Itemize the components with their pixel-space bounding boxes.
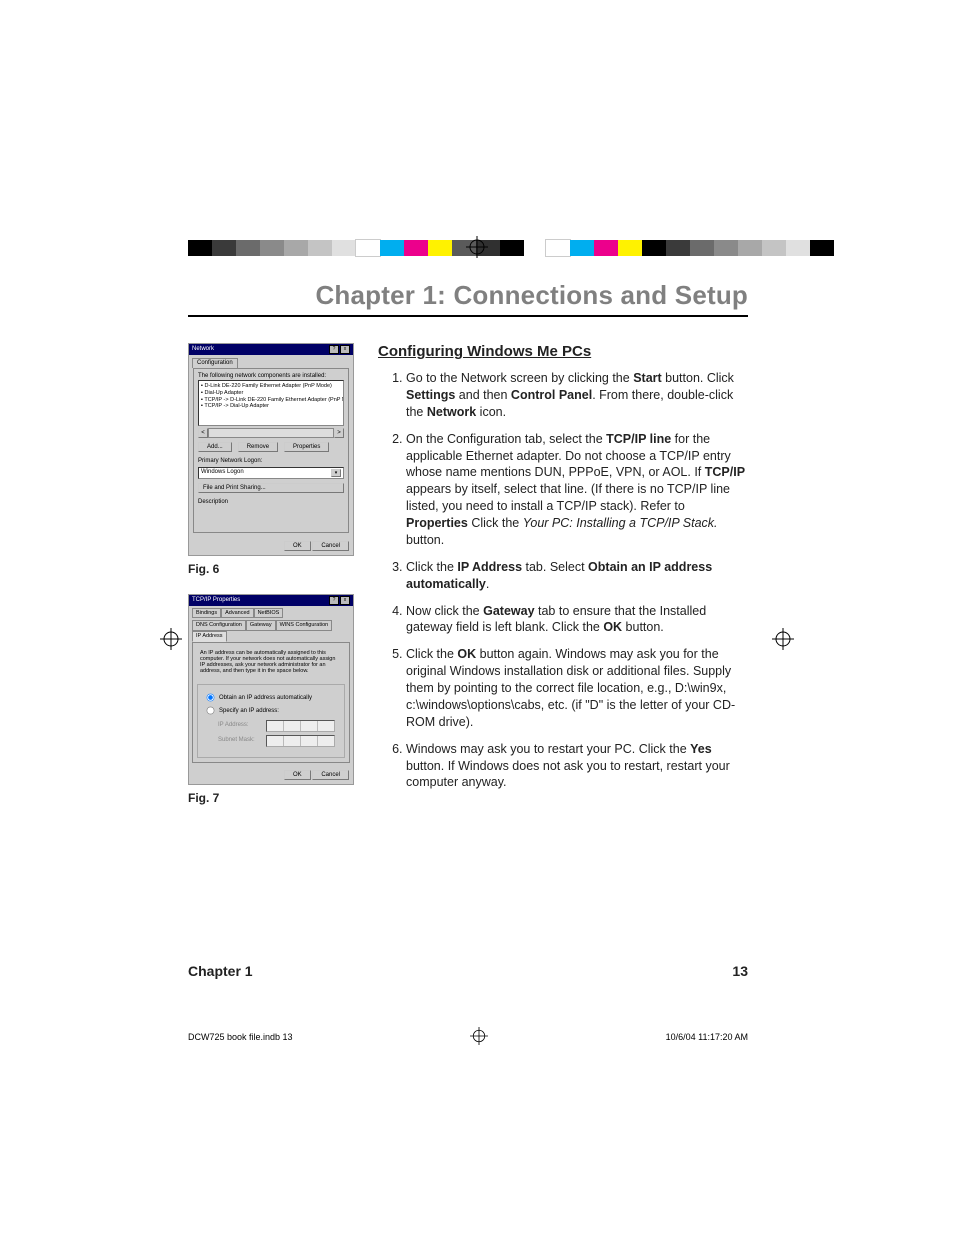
components-label: The following network components are ins… <box>198 373 344 380</box>
ok-button[interactable]: OK <box>284 541 311 551</box>
tab-gateway[interactable]: Gateway <box>246 620 276 631</box>
opt-specify[interactable]: Specify an IP address: <box>204 708 279 714</box>
opt-obtain-auto-label: Obtain an IP address automatically <box>219 695 312 701</box>
logon-label: Primary Network Logon: <box>198 458 344 465</box>
chapter-title: Chapter 1: Connections and Setup <box>188 280 748 311</box>
opt-specify-label: Specify an IP address: <box>219 708 279 714</box>
slug-line: DCW725 book file.indb 13 10/6/04 11:17:2… <box>188 1027 748 1047</box>
slug-timestamp: 10/6/04 11:17:20 AM <box>666 1032 748 1042</box>
opt-obtain-auto[interactable]: Obtain an IP address automatically <box>204 695 312 701</box>
registration-mark-icon <box>772 628 794 655</box>
components-listbox[interactable]: ▪ D-Link DE-220 Family Ethernet Adapter … <box>198 380 344 426</box>
step-item: On the Configuration tab, select the TCP… <box>406 431 748 549</box>
registration-mark-icon <box>160 628 182 655</box>
color-bar-right <box>546 240 834 256</box>
window-buttons: ?x <box>329 596 350 605</box>
footer-chapter: Chapter 1 <box>188 963 253 979</box>
footer-page-number: 13 <box>732 963 748 979</box>
tab-dns-configuration[interactable]: DNS Configuration <box>192 620 246 631</box>
hint-text: An IP address can be automatically assig… <box>197 647 345 678</box>
remove-button[interactable]: Remove <box>238 442 278 452</box>
tab-configuration[interactable]: Configuration <box>192 358 238 368</box>
step-item: Go to the Network screen by clicking the… <box>406 370 748 421</box>
subnet-mask-label: Subnet Mask: <box>218 737 260 744</box>
section-heading: Configuring Windows Me PCs <box>378 343 748 360</box>
tab-wins-configuration[interactable]: WINS Configuration <box>276 620 333 631</box>
tab-bindings[interactable]: Bindings <box>192 608 221 619</box>
cancel-button[interactable]: Cancel <box>312 770 349 780</box>
dialog-title: TCP/IP Properties <box>192 597 240 604</box>
chevron-down-icon: ▾ <box>331 469 341 477</box>
tab-ip-address[interactable]: IP Address <box>192 631 227 642</box>
close-icon[interactable]: x <box>340 345 350 354</box>
steps-list: Go to the Network screen by clicking the… <box>378 370 748 791</box>
title-rule <box>188 315 748 317</box>
logon-dropdown[interactable]: Windows Logon ▾ <box>198 467 344 479</box>
step-item: Click the OK button again. Windows may a… <box>406 646 748 730</box>
figure-7-caption: Fig. 7 <box>188 791 354 805</box>
step-item: Click the IP Address tab. Select Obtain … <box>406 559 748 593</box>
properties-button[interactable]: Properties <box>284 442 329 452</box>
close-icon[interactable]: x <box>340 596 350 605</box>
help-icon[interactable]: ? <box>329 596 339 605</box>
tab-advanced[interactable]: Advanced <box>221 608 253 619</box>
registration-mark-icon <box>470 1027 488 1047</box>
window-buttons: ?x <box>329 345 350 354</box>
ip-address-field[interactable] <box>266 720 335 732</box>
dialog-title: Network <box>192 346 214 353</box>
tab-netbios[interactable]: NetBIOS <box>254 608 284 619</box>
step-item: Now click the Gateway tab to ensure that… <box>406 603 748 637</box>
scroll-left-button[interactable]: < <box>198 428 208 438</box>
figure-6-caption: Fig. 6 <box>188 562 354 576</box>
figure-7-tcpip-dialog: TCP/IP Properties ?x BindingsAdvancedNet… <box>188 594 354 785</box>
description-label: Description <box>198 499 344 506</box>
logon-value: Windows Logon <box>201 469 244 476</box>
slug-file: DCW725 book file.indb 13 <box>188 1032 293 1042</box>
file-print-sharing-button[interactable]: File and Print Sharing... <box>198 483 344 493</box>
cancel-button[interactable]: Cancel <box>312 541 349 551</box>
registration-mark-icon <box>466 236 488 263</box>
print-registration-row <box>0 232 954 268</box>
scroll-right-button[interactable]: > <box>334 428 344 438</box>
add-button[interactable]: Add... <box>198 442 232 452</box>
ok-button[interactable]: OK <box>284 770 311 780</box>
figure-6-network-dialog: Network ?x Configuration The following n… <box>188 343 354 556</box>
help-icon[interactable]: ? <box>329 345 339 354</box>
subnet-mask-field[interactable] <box>266 735 335 747</box>
step-item: Windows may ask you to restart your PC. … <box>406 741 748 792</box>
ip-address-label: IP Address: <box>218 722 260 729</box>
